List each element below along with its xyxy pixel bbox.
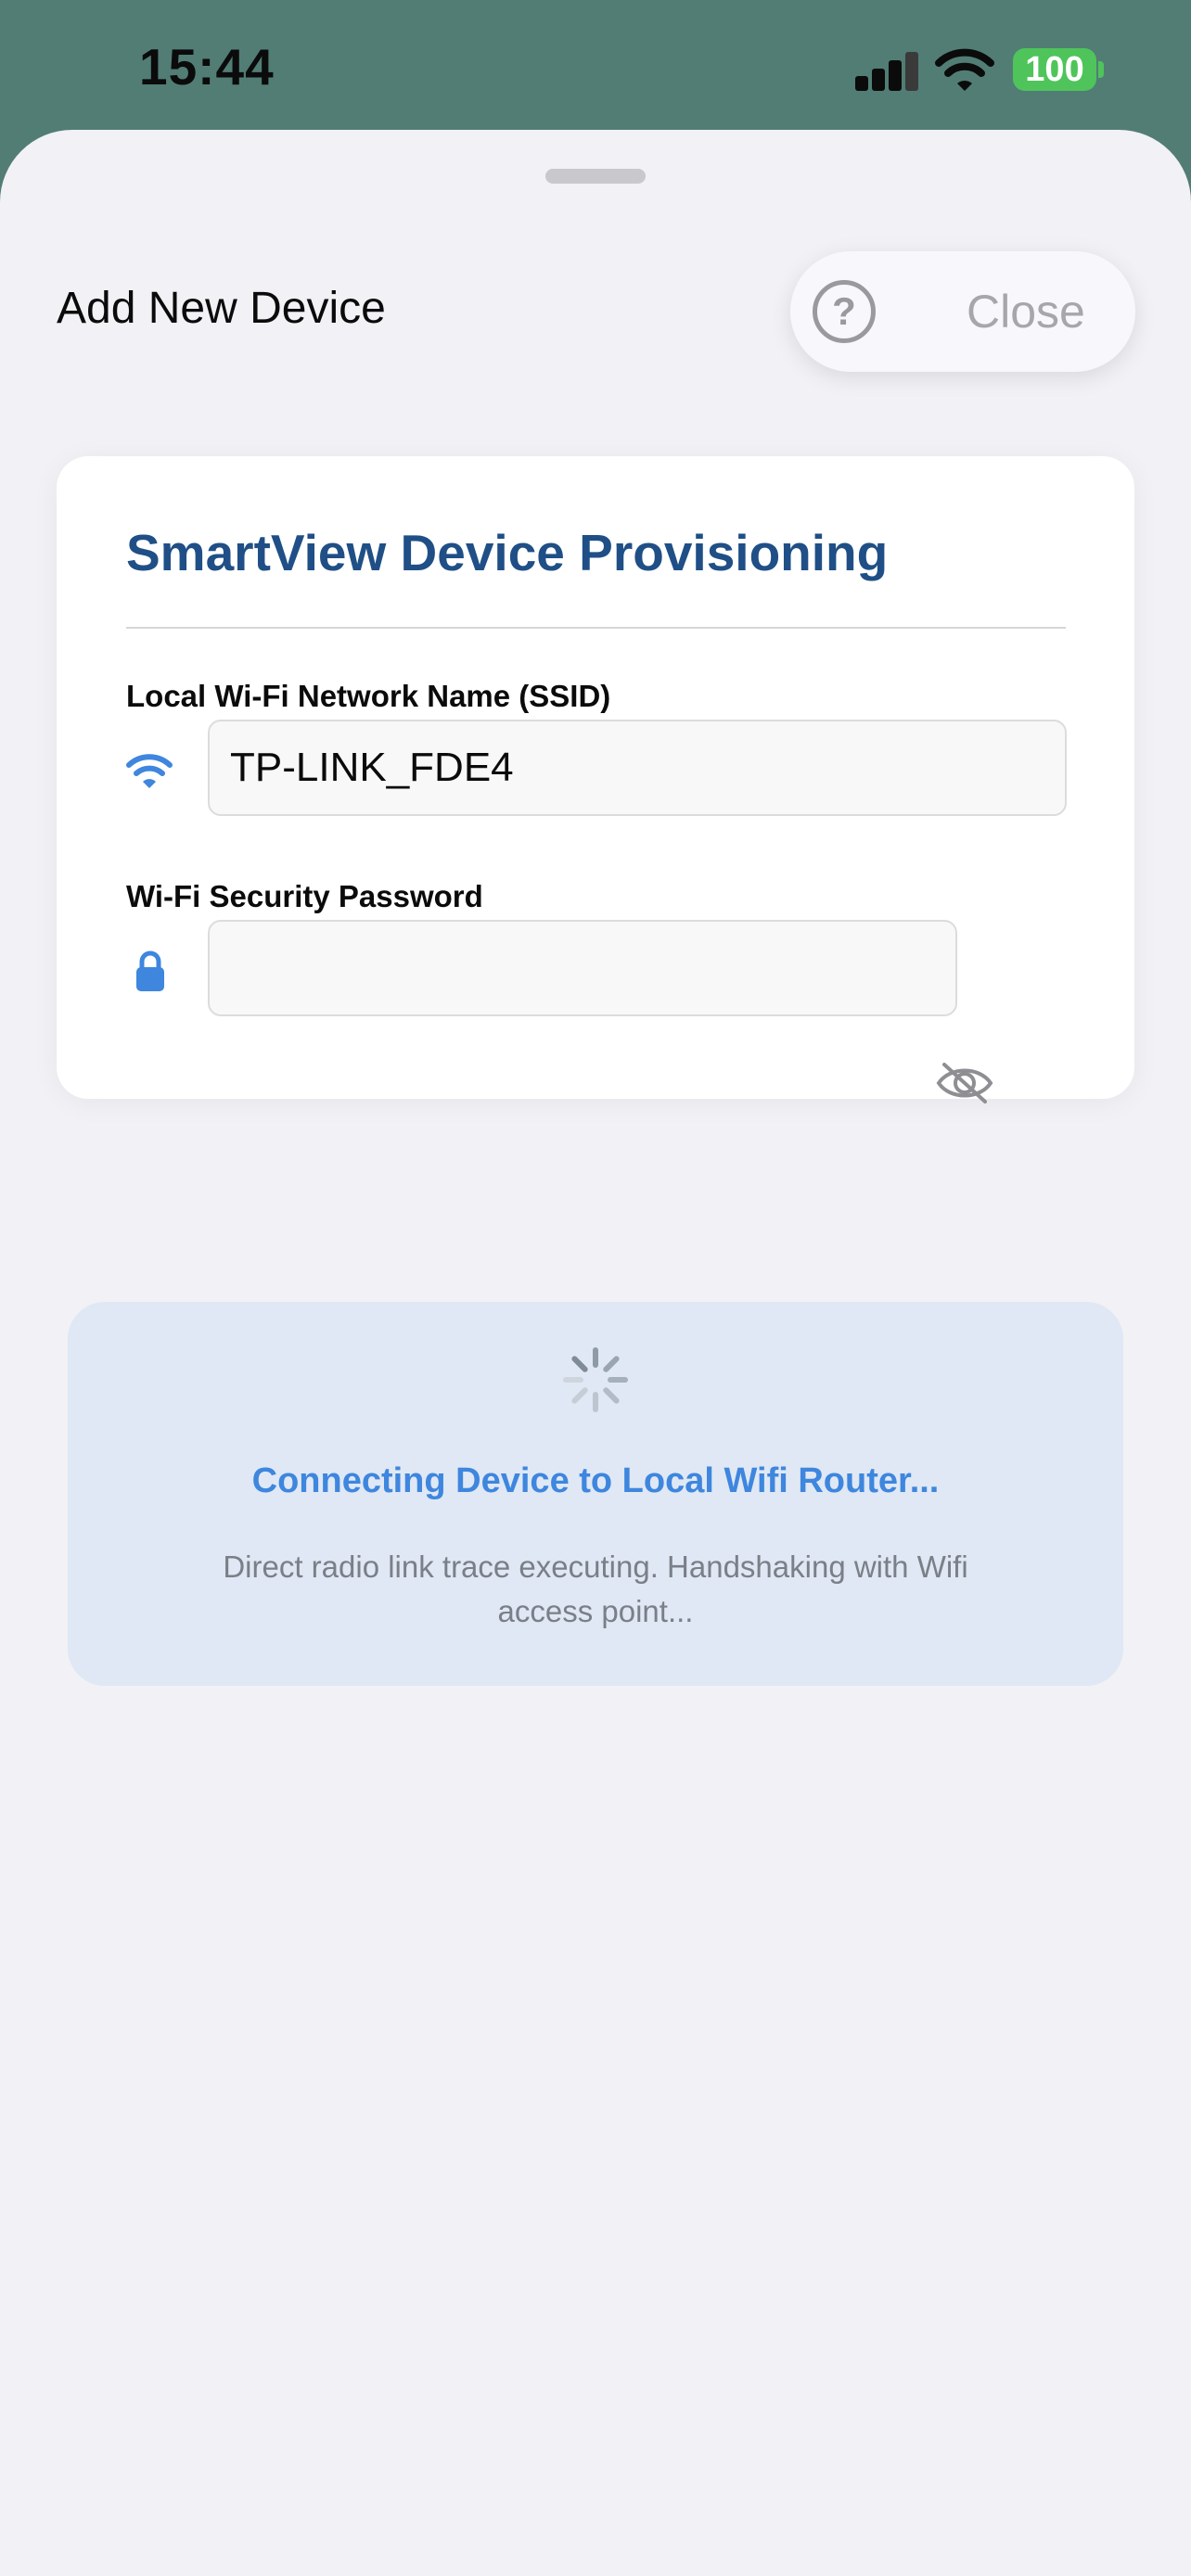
spinner-icon [563,1347,628,1412]
cellular-signal-icon [855,52,918,91]
password-label: Wi-Fi Security Password [126,879,483,913]
eye-slash-icon[interactable] [935,1059,994,1107]
wifi-status-icon [935,48,994,91]
status-bar: 15:44 100 [0,0,1191,130]
lock-icon [136,950,164,991]
battery-indicator: 100 [1013,48,1096,91]
close-button[interactable]: Close [967,285,1085,338]
connection-status-description: Direct radio link trace executing. Hands… [223,1549,968,1628]
status-time: 15:44 [139,38,275,96]
add-device-sheet: Add New Device ? Close SmartView Device … [0,130,1191,2576]
provisioning-card: SmartView Device Provisioning Local Wi-F… [57,456,1134,1099]
wifi-icon [126,754,173,788]
ssid-value: TP-LINK_FDE4 [230,745,514,790]
help-symbol: ? [832,289,856,333]
battery-level: 100 [1025,49,1084,89]
connection-status-panel: Connecting Device to Local Wifi Router..… [68,1302,1123,1686]
ssid-label: Local Wi-Fi Network Name (SSID) [126,679,611,713]
sheet-grabber[interactable] [545,169,646,184]
ssid-input[interactable]: TP-LINK_FDE4 [208,720,1067,816]
battery-tip [1098,61,1104,78]
card-title: SmartView Device Provisioning [126,524,889,581]
connection-status-title: Connecting Device to Local Wifi Router..… [251,1461,940,1500]
header-actions: ? Close [790,251,1135,372]
sheet-title: Add New Device [57,284,386,333]
password-input[interactable] [208,920,957,1016]
question-circle-icon[interactable]: ? [813,280,876,343]
card-divider [126,627,1066,629]
